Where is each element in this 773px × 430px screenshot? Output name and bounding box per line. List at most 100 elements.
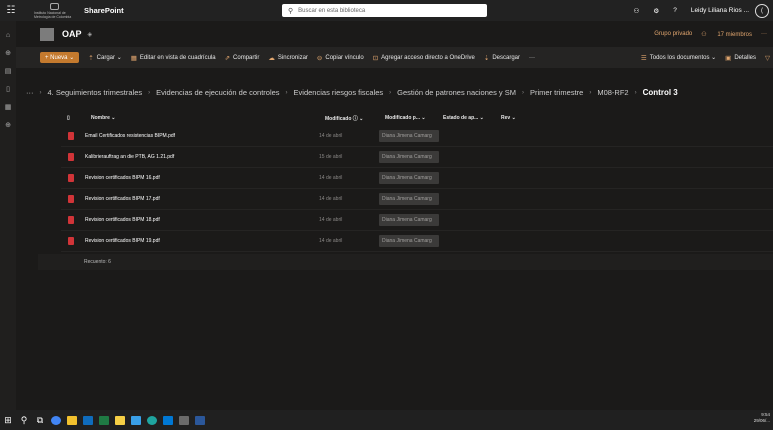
sync-button[interactable]: ☁ Sincronizar (268, 54, 308, 62)
details-button[interactable]: ▣ Detalles (725, 54, 756, 62)
share-button[interactable]: ⇗ Compartir (225, 54, 260, 62)
column-modified-by-label: Modificado p... (385, 115, 420, 121)
more-commands-button[interactable]: ··· (529, 55, 535, 61)
sticky-notes-icon[interactable] (112, 410, 128, 430)
download-icon: ⇣ (483, 54, 490, 62)
file-name[interactable]: Revision certificados BIPM 17.pdf (85, 196, 160, 202)
follow-icon[interactable]: ◈ (88, 31, 93, 38)
download-button[interactable]: ⇣ Descargar (484, 54, 520, 62)
windows-start-icon[interactable]: ⊞ (0, 410, 16, 430)
site-logo[interactable] (40, 27, 54, 41)
file-type-column-icon[interactable]: ▯ (67, 115, 70, 121)
breadcrumb-ellipsis[interactable]: ··· (26, 88, 34, 97)
system-clock[interactable]: 9:54 29/06/... (754, 412, 770, 424)
command-bar-right: ☰ Todos los documentos ⌄ ▣ Detalles ▽ (632, 54, 773, 62)
table-row[interactable]: Email Certificados resistencias BIPM.pdf… (61, 126, 773, 147)
chevron-right-icon: › (148, 89, 151, 96)
column-rev[interactable]: Rev ⌄ (501, 115, 516, 121)
breadcrumb-item[interactable]: Evidencias de ejecución de controles (156, 88, 279, 97)
store-icon[interactable] (160, 410, 176, 430)
file-modified-by[interactable]: Diana Jimena Camarg (379, 214, 439, 226)
chevron-right-icon: › (634, 89, 637, 96)
column-modified-by[interactable]: Modificado p... ⌄ (385, 115, 426, 121)
chevron-down-icon: ⌄ (116, 55, 122, 61)
members-label: 17 miembros (717, 31, 752, 38)
avatar[interactable]: ( (755, 3, 769, 18)
chevron-right-icon: › (589, 89, 592, 96)
column-name[interactable]: Nombre ⌄ (91, 115, 116, 121)
share-label: Compartir (233, 54, 260, 61)
org-logo[interactable]: Instituto Nacional de Metrología de Colo… (34, 2, 74, 19)
search-box[interactable]: ⚲ Buscar en esta biblioteca (282, 4, 487, 17)
file-list: Email Certificados resistencias BIPM.pdf… (61, 126, 773, 252)
breadcrumb-item[interactable]: 4. Seguimientos trimestrales (48, 88, 143, 97)
list-header: ▯ Nombre ⌄ Modificado ⓘ ⌄ Modificado p..… (67, 112, 747, 126)
file-modified-by[interactable]: Diana Jimena Camarg (379, 193, 439, 205)
home-icon[interactable]: ⌂ (6, 27, 10, 45)
excel-icon[interactable] (96, 410, 112, 430)
table-row[interactable]: Revision certificados BIPM 18.pdf 14 de … (61, 210, 773, 231)
filter-button[interactable]: ▽ (765, 54, 773, 62)
table-row[interactable]: Revision certificados BIPM 19.pdf 14 de … (61, 231, 773, 252)
table-row[interactable]: Revision certificados BIPM 17.pdf 14 de … (61, 189, 773, 210)
upload-button[interactable]: ⇡ Cargar ⌄ (88, 54, 122, 62)
breadcrumb-item[interactable]: M08-RF2 (597, 88, 628, 97)
file-modified: 15 de abril (319, 154, 343, 160)
breadcrumb: ··· › 4. Seguimientos trimestrales › Evi… (26, 88, 678, 97)
help-icon[interactable]: ? (673, 7, 677, 14)
left-rail: ⌂ ⊕ ▤ ▯ ▦ ⊕ (0, 21, 16, 410)
more-icon[interactable]: ··· (761, 31, 767, 37)
file-modified: 14 de abril (319, 196, 343, 202)
settings-icon[interactable]: ⚙ (653, 7, 659, 15)
paint-icon[interactable] (128, 410, 144, 430)
share-people-icon[interactable]: ⚇ (634, 7, 640, 15)
search-input[interactable]: Buscar en esta biblioteca (298, 8, 365, 14)
new-button[interactable]: + Nueva ⌄ (40, 52, 80, 63)
search-icon[interactable]: ⚲ (16, 410, 32, 430)
app-name[interactable]: SharePoint (84, 6, 124, 15)
user-name[interactable]: Leidy Liliana Rios ... (691, 7, 749, 14)
file-name[interactable]: Revision certificados BIPM 19.pdf (85, 238, 160, 244)
grid-icon: ▦ (130, 54, 137, 62)
copy-link-label: Copiar vínculo (325, 54, 364, 61)
task-view-icon[interactable]: ⧉ (32, 410, 48, 430)
calculator-icon[interactable] (176, 410, 192, 430)
create-icon[interactable]: ⊕ (5, 117, 11, 135)
file-modified-by[interactable]: Diana Jimena Camarg (379, 151, 439, 163)
new-label: + Nueva (45, 55, 68, 61)
word-icon[interactable] (192, 410, 208, 430)
column-modified[interactable]: Modificado ⓘ ⌄ (325, 115, 363, 122)
shortcut-button[interactable]: ⊡ Agregar acceso directo a OneDrive (373, 54, 475, 62)
file-name[interactable]: Kalibrierauftrag an die PTB, AG 1.21.pdf (85, 154, 174, 160)
view-selector[interactable]: ☰ Todos los documentos ⌄ (641, 54, 716, 62)
file-explorer-icon[interactable] (64, 410, 80, 430)
file-name[interactable]: Revision certificados BIPM 16.pdf (85, 175, 160, 181)
file-name[interactable]: Email Certificados resistencias BIPM.pdf (85, 133, 175, 139)
grid-edit-button[interactable]: ▦ Editar en vista de cuadrícula (131, 54, 216, 62)
breadcrumb-item[interactable]: Gestión de patrones naciones y SM (397, 88, 516, 97)
org-logo-mark (49, 2, 59, 10)
sync-label: Sincronizar (277, 54, 308, 61)
edge-icon[interactable] (144, 410, 160, 430)
globe-icon[interactable]: ⊕ (5, 45, 11, 63)
table-row[interactable]: Revision certificados BIPM 16.pdf 14 de … (61, 168, 773, 189)
share-icon: ⇗ (224, 54, 231, 62)
chrome-icon[interactable] (48, 410, 64, 430)
pdf-icon (68, 132, 74, 140)
outlook-icon[interactable] (80, 410, 96, 430)
file-modified-by[interactable]: Diana Jimena Camarg (379, 130, 439, 142)
list-icon[interactable]: ▦ (5, 99, 12, 117)
news-icon[interactable]: ▤ (5, 63, 12, 81)
site-title[interactable]: OAP (62, 29, 82, 39)
file-modified-by[interactable]: Diana Jimena Camarg (379, 172, 439, 184)
file-icon[interactable]: ▯ (6, 81, 10, 99)
app-launcher-icon[interactable]: ☷ (0, 0, 22, 21)
file-name[interactable]: Revision certificados BIPM 18.pdf (85, 217, 160, 223)
members-button[interactable]: ⚇ 17 miembros (701, 31, 752, 38)
file-modified-by[interactable]: Diana Jimena Camarg (379, 235, 439, 247)
column-status[interactable]: Estado de ap... ⌄ (443, 115, 484, 121)
breadcrumb-item[interactable]: Evidencias riesgos fiscales (294, 88, 384, 97)
breadcrumb-item[interactable]: Primer trimestre (530, 88, 583, 97)
copy-link-button[interactable]: ⊖ Copiar vínculo (317, 54, 364, 62)
table-row[interactable]: Kalibrierauftrag an die PTB, AG 1.21.pdf… (61, 147, 773, 168)
